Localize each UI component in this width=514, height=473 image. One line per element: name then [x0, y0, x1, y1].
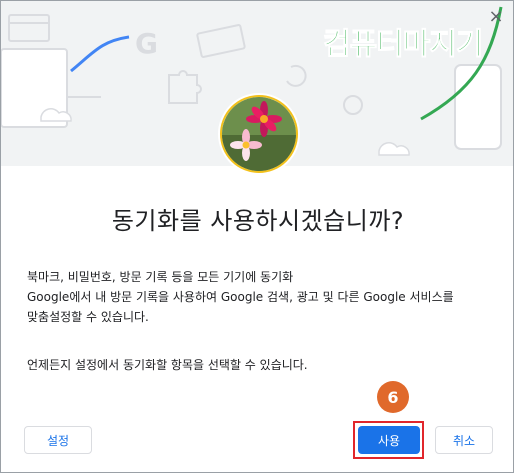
settings-note: 언제든지 설정에서 동기화할 항목을 선택할 수 있습니다.: [27, 358, 308, 372]
dialog-title: 동기화를 사용하시겠습니까?: [111, 207, 405, 235]
cancel-button[interactable]: 취소: [435, 426, 493, 454]
description-line: 북마크, 비밀번호, 방문 기록 등을 모든 기기에 동기화: [27, 270, 294, 284]
description-line: Google에서 내 방문 기록을 사용하여 Google 검색, 광고 및 다…: [27, 290, 454, 304]
watermark-logo: 컴퓨터마지기: [323, 27, 485, 63]
settings-button[interactable]: 설정: [24, 426, 92, 454]
use-sync-button[interactable]: 사용: [358, 426, 420, 454]
close-icon: ×: [488, 5, 504, 27]
close-button[interactable]: ×: [483, 3, 509, 29]
sync-dialog: G 컴퓨터마지기 × 동기화를 사용하시겠습니까? 북마크, 비밀번호, 방문 …: [0, 0, 514, 473]
avatar-flower-image: [220, 95, 298, 173]
avatar: [220, 95, 298, 173]
step-number-badge: 6: [377, 381, 409, 413]
svg-text:G: G: [135, 27, 158, 60]
sync-description: 북마크, 비밀번호, 방문 기록 등을 모든 기기에 동기화 Google에서 …: [27, 267, 497, 327]
description-line: 맞춤설정할 수 있습니다.: [27, 310, 149, 324]
